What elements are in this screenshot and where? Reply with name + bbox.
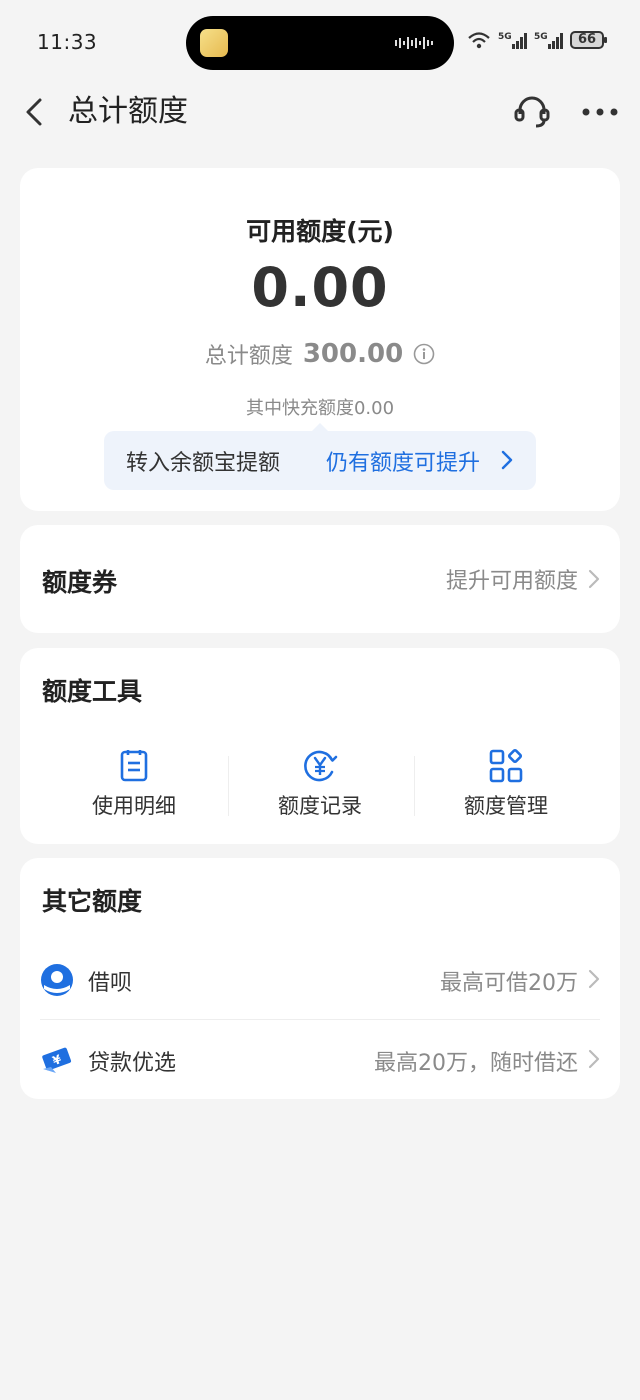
tool-label: 额度管理 [464, 794, 548, 818]
promo-left-text: 转入余额宝提额 [126, 450, 281, 476]
page-title: 总计额度 [68, 94, 188, 129]
customer-service-icon[interactable] [512, 92, 552, 132]
fast-charge-note: 其中快充额度0.00 [245, 398, 395, 419]
status-time: 11:33 [37, 30, 98, 54]
tool-label: 使用明细 [92, 794, 176, 818]
loan-selection-subtitle: 最高20万，随时借还 [374, 1051, 578, 1076]
tool-quota-records[interactable]: 额度记录 [227, 748, 413, 824]
loan-ticket-icon: ¥ [42, 1047, 72, 1073]
document-list-icon [120, 750, 148, 782]
list-item-jiebei[interactable]: 借呗 最高可借20万 [20, 939, 620, 1019]
audio-wave-icon [395, 37, 433, 49]
other-quota-title: 其它额度 [42, 887, 143, 916]
status-bar: 11:33 5G 5G 66 [0, 0, 640, 84]
coupon-subtitle: 提升可用额度 [445, 569, 578, 594]
nav-bar: 总计额度 [0, 84, 640, 140]
signal-5g-icon: 5G [498, 32, 527, 49]
tool-usage-details[interactable]: 使用明细 [41, 748, 227, 824]
chevron-right-icon [588, 1049, 600, 1069]
island-app-avatar-icon [200, 29, 228, 57]
available-quota-amount: 0.00 [251, 256, 389, 319]
tool-label: 额度记录 [278, 794, 362, 818]
tool-quota-management[interactable]: 额度管理 [413, 748, 599, 824]
available-quota-label: 可用额度(元) [246, 217, 394, 246]
total-quota-row: 总计额度 300.00 [20, 338, 620, 370]
battery-indicator: 66 [570, 31, 607, 49]
jiebei-subtitle: 最高可借20万 [440, 971, 578, 996]
chevron-right-icon [501, 450, 513, 470]
yuebao-raise-quota-banner[interactable]: 转入余额宝提额 仍有额度可提升 [104, 423, 536, 490]
svg-text:5G: 5G [498, 32, 512, 42]
loan-selection-name: 贷款优选 [88, 1051, 177, 1076]
quota-tools-card: 额度工具 使用明细 额度记录 额度管理 [20, 648, 620, 844]
dynamic-island[interactable] [186, 16, 454, 70]
chevron-right-icon [588, 969, 600, 989]
status-indicators: 5G 5G 66 [466, 30, 607, 50]
info-icon[interactable] [413, 343, 435, 365]
signal-5g-secondary-icon: 5G [534, 32, 563, 49]
promo-right-link[interactable]: 仍有额度可提升 [326, 445, 480, 477]
total-quota-label: 总计额度 [204, 344, 293, 369]
total-quota-value: 300.00 [302, 339, 404, 369]
wifi-icon [468, 32, 490, 49]
quota-coupon-card[interactable]: 额度券 提升可用额度 [20, 525, 620, 633]
back-icon[interactable] [18, 92, 54, 132]
other-quota-card: 其它额度 借呗 最高可借20万 ¥ 贷款优选 最高20万，随时借还 [20, 858, 620, 1099]
jiebei-icon [41, 964, 73, 996]
jiebei-name: 借呗 [88, 971, 133, 996]
grid-manage-icon [489, 748, 523, 783]
available-quota-card: 可用额度(元) 0.00 总计额度 300.00 其中快充额度0.00 转入余额… [20, 168, 620, 511]
more-options-icon[interactable] [578, 92, 622, 132]
yuan-record-icon [304, 750, 338, 782]
chevron-right-icon [588, 569, 600, 589]
tools-title: 额度工具 [42, 677, 143, 706]
coupon-title: 额度券 [42, 568, 118, 597]
list-item-loan-selection[interactable]: ¥ 贷款优选 最高20万，随时借还 [20, 1019, 620, 1099]
svg-text:5G: 5G [534, 32, 548, 42]
